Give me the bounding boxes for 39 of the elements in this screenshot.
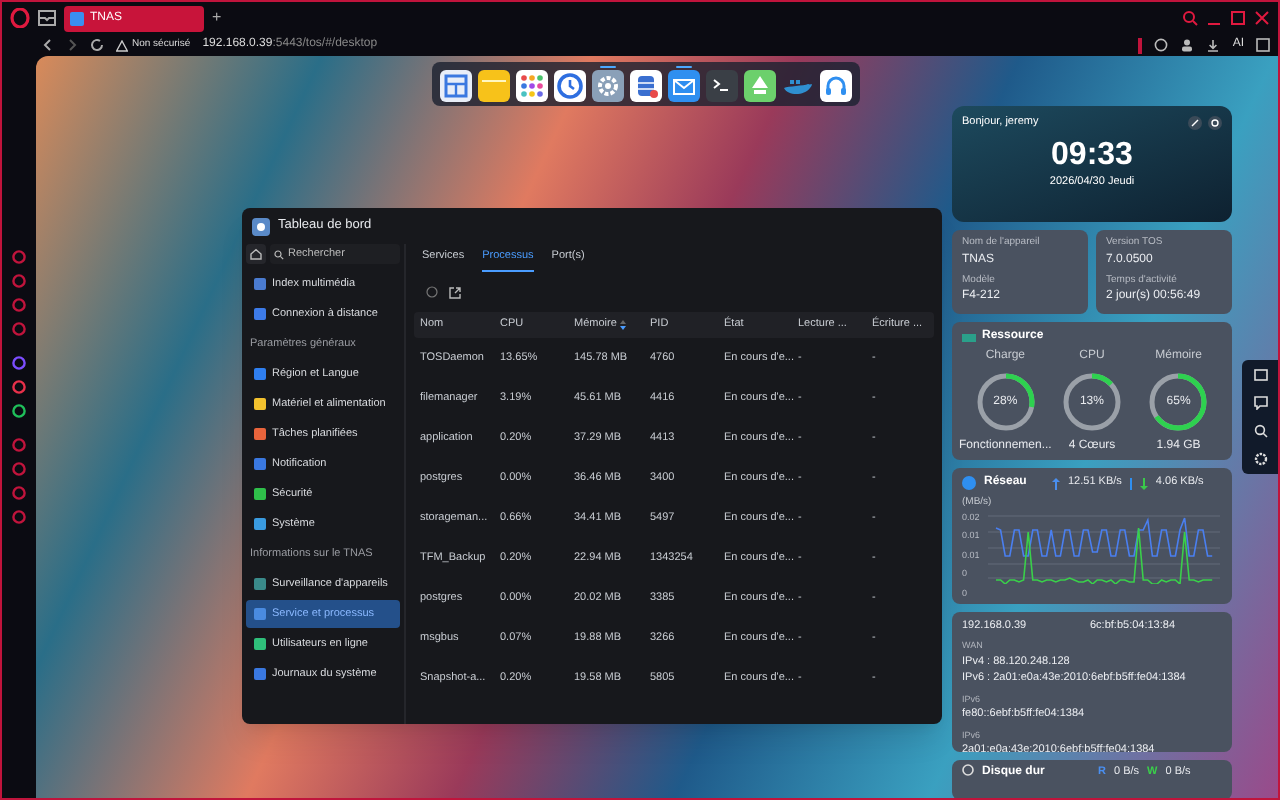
grid-app-icon[interactable] <box>440 70 472 103</box>
mail-icon[interactable] <box>38 10 56 26</box>
forward-icon[interactable] <box>66 38 78 52</box>
warning-icon <box>116 39 128 51</box>
browser-logo-icon[interactable] <box>10 8 30 28</box>
dashboard-app-icon <box>252 217 270 235</box>
chat-icon[interactable] <box>1253 396 1267 410</box>
sidebar-app-icon[interactable] <box>12 404 26 418</box>
clock-time: 09:33 <box>1051 138 1133 175</box>
download-icon <box>1139 477 1148 489</box>
mail-icon[interactable] <box>668 70 700 103</box>
headset-icon[interactable] <box>820 70 852 103</box>
resource-icon <box>962 333 976 341</box>
close-icon[interactable] <box>1254 10 1270 26</box>
database-icon[interactable] <box>630 70 662 103</box>
widget-icon[interactable] <box>1253 368 1267 382</box>
search-icon <box>274 249 284 259</box>
globe-icon <box>962 476 976 490</box>
upload-icon <box>1052 477 1060 489</box>
clock-icon[interactable] <box>554 70 586 103</box>
apps-icon[interactable] <box>516 70 548 103</box>
sidebar-app-icon[interactable] <box>12 380 26 394</box>
running-indicator <box>676 65 692 69</box>
download-icon[interactable] <box>1206 38 1221 52</box>
sidebar-toggle-icon[interactable] <box>1256 38 1270 52</box>
disk-icon <box>962 764 974 776</box>
running-indicator <box>600 65 616 69</box>
sidebar-app-icon[interactable] <box>12 356 26 370</box>
back-icon[interactable] <box>42 38 54 52</box>
home-icon[interactable] <box>246 244 266 264</box>
folder-icon[interactable] <box>478 70 510 103</box>
sort-icon[interactable] <box>620 320 627 330</box>
terminal-icon[interactable] <box>706 70 738 103</box>
profile-icon[interactable] <box>1180 38 1195 52</box>
export-icon[interactable] <box>448 285 462 299</box>
maximize-icon[interactable] <box>1230 10 1246 26</box>
new-tab-button[interactable]: + <box>212 6 222 30</box>
tab-favicon-icon <box>70 11 84 25</box>
reload-icon[interactable] <box>90 38 104 52</box>
